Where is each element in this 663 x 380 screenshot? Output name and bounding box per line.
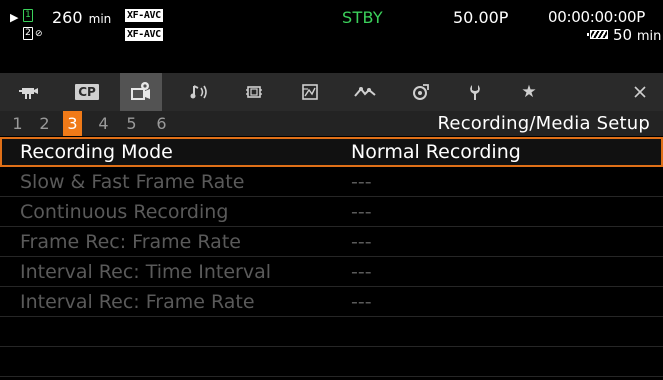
page-5[interactable]: 5 [122, 111, 141, 136]
setting-recording-mode[interactable]: Recording Mode Normal Recording [0, 137, 663, 167]
recording-setup-icon [131, 82, 150, 100]
setting-value: --- [351, 261, 372, 283]
setting-name: Continuous Recording [20, 201, 229, 223]
setting-slow-fast-frame-rate[interactable]: Slow & Fast Frame Rate --- [0, 167, 663, 197]
setting-name: Interval Rec: Time Interval [20, 261, 272, 283]
empty-row [0, 317, 663, 347]
recording-setup-tab[interactable] [120, 73, 162, 111]
menu-tab-bar: CP ★ [0, 73, 663, 111]
audio-tab[interactable] [180, 73, 220, 111]
remaining-time-value: 260 [52, 8, 83, 27]
setting-value: --- [351, 231, 372, 253]
assistance-tab[interactable] [290, 73, 330, 111]
wrench-icon [470, 85, 480, 100]
card-slot-2-icon: 2 [23, 27, 33, 40]
system-tab[interactable] [401, 73, 441, 111]
wrench-tab[interactable] [455, 73, 495, 111]
setting-interval-rec-frame-rate[interactable]: Interval Rec: Frame Rate --- [0, 287, 663, 317]
monitor-icon [246, 86, 262, 98]
remaining-time: 260 min [52, 8, 111, 27]
setting-name: Recording Mode [20, 141, 173, 163]
assistance-icon [302, 84, 318, 100]
recording-format-slot2: XF-AVC [125, 28, 163, 41]
timecode: 00:00:00:00P [548, 8, 645, 26]
remaining-time-unit: min [88, 12, 112, 26]
menu-screen: ▶ 1 2 ⊘ 260 min XF-AVC XF-AVC STBY 50.00… [0, 0, 663, 380]
audio-icon [190, 85, 207, 99]
play-icon: ▶ [10, 11, 19, 24]
camera-icon [19, 88, 38, 99]
my-menu-tab[interactable]: ★ [509, 73, 549, 111]
page-3[interactable]: 3 [63, 111, 82, 136]
page-1[interactable]: 1 [8, 111, 27, 136]
card-slot-1-icon: 1 [23, 9, 33, 22]
setting-name: Slow & Fast Frame Rate [20, 171, 245, 193]
setting-name: Frame Rec: Frame Rate [20, 231, 241, 253]
custom-picture-icon: CP [75, 84, 99, 100]
status-bar: ▶ 1 2 ⊘ 260 min XF-AVC XF-AVC STBY 50.00… [0, 0, 663, 66]
setting-frame-rec-frame-rate[interactable]: Frame Rec: Frame Rate --- [0, 227, 663, 257]
recording-format-slot1: XF-AVC [125, 9, 163, 22]
setting-value: --- [351, 171, 372, 193]
camera-tab[interactable] [9, 73, 49, 111]
setting-value: --- [351, 201, 372, 223]
star-icon: ★ [521, 82, 537, 102]
page-selector: 1 2 3 4 5 6 Recording/Media Setup [0, 111, 663, 136]
network-icon [354, 87, 376, 97]
page-6[interactable]: 6 [152, 111, 171, 136]
slot2-unavailable-icon: ⊘ [35, 29, 43, 39]
setting-value: --- [351, 291, 372, 313]
page-2[interactable]: 2 [35, 111, 54, 136]
close-tab[interactable] [620, 73, 660, 111]
battery-icon [587, 30, 608, 39]
empty-row [0, 347, 663, 377]
system-icon [413, 84, 429, 100]
frame-rate: 50.00P [453, 8, 509, 27]
setting-name: Interval Rec: Frame Rate [20, 291, 255, 313]
setting-value: Normal Recording [351, 141, 521, 163]
battery-unit: min [636, 29, 662, 44]
network-tab[interactable] [345, 73, 385, 111]
battery-status: 50 min [587, 26, 662, 44]
setting-continuous-recording[interactable]: Continuous Recording --- [0, 197, 663, 227]
settings-list: Recording Mode Normal Recording Slow & F… [0, 137, 663, 377]
menu-title: Recording/Media Setup [437, 113, 650, 134]
recording-status: STBY [342, 8, 384, 27]
page-4[interactable]: 4 [94, 111, 113, 136]
monitoring-tab[interactable] [234, 73, 274, 111]
setting-interval-rec-time-interval[interactable]: Interval Rec: Time Interval --- [0, 257, 663, 287]
custom-picture-tab[interactable]: CP [67, 73, 107, 111]
close-icon [634, 86, 646, 98]
battery-value: 50 [613, 26, 633, 44]
